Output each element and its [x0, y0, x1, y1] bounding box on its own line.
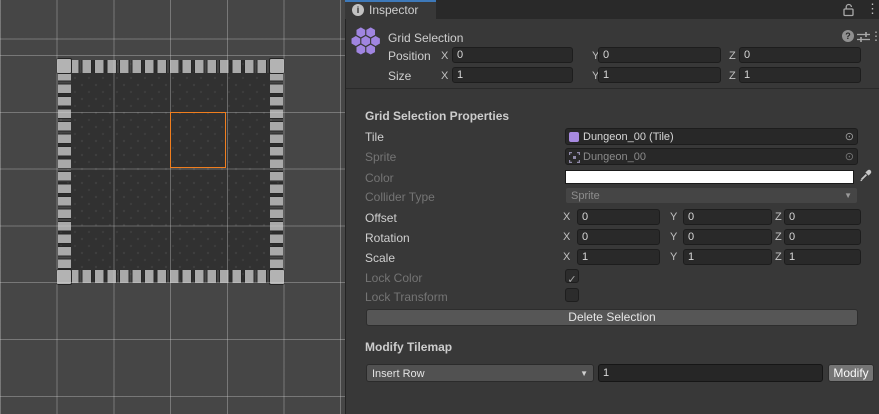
- position-x-field[interactable]: 0: [452, 47, 573, 63]
- position-z-field[interactable]: 0: [739, 47, 861, 63]
- axis-x-label: X: [441, 50, 448, 63]
- lock-transform-checkbox: [565, 288, 579, 302]
- offset-z-field[interactable]: 0: [784, 209, 861, 225]
- axis-z-label: Z: [729, 70, 736, 83]
- chevron-down-icon: ▼: [844, 192, 852, 200]
- tilemap-operation-value: Insert Row: [372, 367, 425, 381]
- object-picker-icon: ⊙: [845, 149, 854, 165]
- section-divider: [346, 88, 879, 89]
- rotation-y-field[interactable]: 0: [683, 229, 772, 245]
- eyedropper-icon: [859, 168, 873, 182]
- rotation-z-field[interactable]: 0: [784, 229, 861, 245]
- grid-selection-icon: [351, 27, 380, 56]
- sprite-value: Dungeon_00: [583, 150, 646, 164]
- help-icon[interactable]: ?: [842, 30, 854, 42]
- tab-label: Inspector: [369, 3, 418, 17]
- wall-corner: [56, 269, 72, 285]
- component-title: Grid Selection: [388, 31, 463, 45]
- tile-asset-icon: [569, 132, 579, 142]
- tilemap-room: [58, 60, 283, 283]
- component-kebab-icon[interactable]: ⋮: [870, 30, 879, 42]
- size-y-field[interactable]: 1: [598, 67, 721, 83]
- offset-y-field[interactable]: 0: [683, 209, 772, 225]
- axis-z-label: Z: [729, 50, 736, 63]
- axis-x-label: X: [441, 70, 448, 83]
- presets-icon[interactable]: [857, 32, 870, 42]
- axis-y-label: Y: [670, 251, 677, 264]
- size-z-field[interactable]: 1: [739, 67, 861, 83]
- wall-left: [58, 71, 71, 272]
- axis-z-label: Z: [775, 211, 782, 224]
- axis-z-label: Z: [775, 251, 782, 264]
- properties-section-title: Grid Selection Properties: [365, 109, 509, 123]
- scale-y-field[interactable]: 1: [683, 249, 772, 265]
- collider-type-value: Sprite: [571, 189, 600, 203]
- lock-color-label: Lock Color: [365, 271, 422, 285]
- wall-bottom: [69, 270, 272, 283]
- axis-y-label: Y: [670, 231, 677, 244]
- rotation-label: Rotation: [365, 231, 410, 245]
- axis-y-label: Y: [670, 211, 677, 224]
- object-picker-icon[interactable]: ⊙: [845, 129, 854, 145]
- tile-value: Dungeon_00 (Tile): [583, 130, 674, 144]
- scale-x-field[interactable]: 1: [577, 249, 660, 265]
- unity-editor: i Inspector ⋮ Grid Selection ?: [0, 0, 879, 414]
- position-y-field[interactable]: 0: [598, 47, 721, 63]
- modify-button[interactable]: Modify: [828, 364, 874, 382]
- rotation-x-field[interactable]: 0: [577, 229, 660, 245]
- offset-x-field[interactable]: 0: [577, 209, 660, 225]
- wall-right: [270, 71, 283, 272]
- axis-x-label: X: [563, 231, 570, 244]
- wall-corner: [56, 58, 72, 74]
- scene-view[interactable]: [0, 0, 345, 414]
- scale-z-field[interactable]: 1: [784, 249, 861, 265]
- sprite-label: Sprite: [365, 150, 396, 164]
- kebab-menu-icon[interactable]: ⋮: [866, 3, 879, 15]
- info-icon: i: [352, 4, 364, 16]
- scale-label: Scale: [365, 251, 395, 265]
- delete-selection-button[interactable]: Delete Selection: [366, 309, 858, 326]
- color-label: Color: [365, 171, 394, 185]
- color-swatch: [565, 170, 854, 184]
- lock-color-checkbox: ✓: [565, 269, 579, 283]
- lock-transform-label: Lock Transform: [365, 290, 448, 304]
- axis-x-label: X: [563, 251, 570, 264]
- collider-type-dropdown: Sprite ▼: [565, 187, 858, 204]
- tile-object-field[interactable]: Dungeon_00 (Tile) ⊙: [565, 128, 858, 145]
- grid-selection-box[interactable]: [170, 112, 226, 168]
- wall-corner: [269, 269, 285, 285]
- axis-z-label: Z: [775, 231, 782, 244]
- tilemap-operation-dropdown[interactable]: Insert Row ▼: [366, 364, 594, 382]
- size-label: Size: [388, 69, 411, 83]
- axis-x-label: X: [563, 211, 570, 224]
- tilemap-operation-count-field[interactable]: 1: [598, 364, 823, 382]
- wall-corner: [269, 58, 285, 74]
- sprite-asset-icon: [569, 152, 580, 163]
- size-x-field[interactable]: 1: [452, 67, 573, 83]
- unlock-icon[interactable]: [842, 3, 855, 17]
- tile-label: Tile: [365, 130, 384, 144]
- position-label: Position: [388, 49, 431, 63]
- chevron-down-icon: ▼: [580, 370, 588, 378]
- offset-label: Offset: [365, 211, 397, 225]
- sprite-object-field: Dungeon_00 ⊙: [565, 148, 858, 165]
- modify-tilemap-section-title: Modify Tilemap: [365, 340, 452, 354]
- check-icon: ✓: [567, 274, 576, 286]
- collider-type-label: Collider Type: [365, 190, 435, 204]
- wall-top: [69, 60, 272, 73]
